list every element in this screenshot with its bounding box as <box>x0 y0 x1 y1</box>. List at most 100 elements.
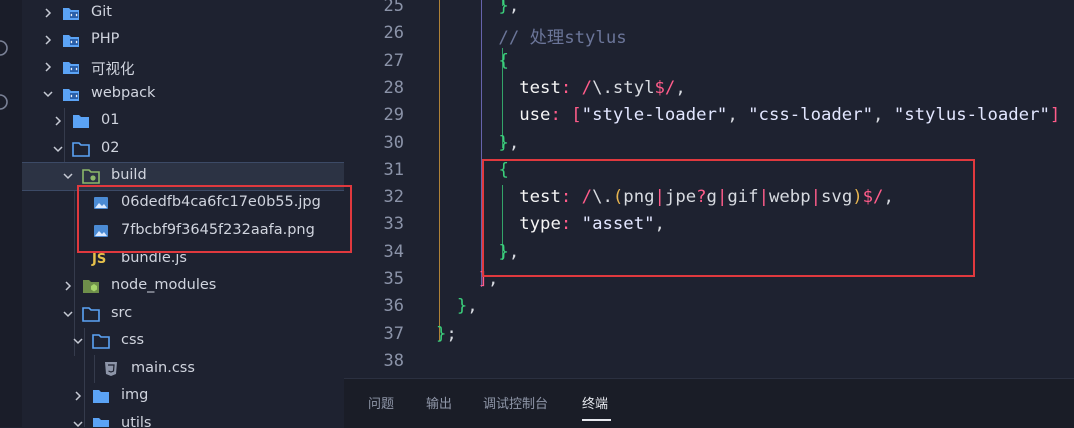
code-text: use: ["style-loader", "css-loader", "sty… <box>519 105 1061 126</box>
code-line[interactable]: type: "asset", <box>436 214 665 234</box>
active-tab-indicator <box>582 419 611 421</box>
folder-icon <box>72 113 90 129</box>
tree-item-label: bundle.js <box>121 250 187 266</box>
folder-open-icon <box>82 306 100 322</box>
line-number: 32 <box>383 187 404 208</box>
tree-item-label: 01 <box>101 112 120 128</box>
chevron-right-icon[interactable] <box>42 7 54 19</box>
code-editor[interactable]: 25 26 27 28 29 30 31 32 33 34 35 36 37 38 }, // 处理sty… <box>344 0 1074 378</box>
tree-item-label: Git <box>91 4 112 20</box>
code-text: }; <box>436 323 457 344</box>
tree-item-main-css[interactable]: main.css <box>22 356 344 383</box>
chevron-right-icon[interactable] <box>42 61 54 73</box>
code-line[interactable]: }, <box>436 0 519 16</box>
folder-git-icon <box>62 5 80 21</box>
tree-item-02[interactable]: 02 <box>22 136 344 163</box>
line-number: 28 <box>383 77 404 98</box>
tree-item--[interactable]: 可视化 <box>22 54 344 81</box>
tree-item-label: PHP <box>91 31 120 47</box>
code-text: }, <box>498 0 520 16</box>
chevron-right-icon[interactable] <box>72 390 84 402</box>
code-line[interactable]: ], <box>436 269 499 289</box>
activity-bar <box>0 0 22 427</box>
run-debug-icon[interactable] <box>0 92 10 112</box>
line-number: 33 <box>383 214 404 235</box>
code-line[interactable]: { <box>436 50 509 71</box>
line-number: 34 <box>383 241 404 262</box>
tree-item-label: node_modules <box>111 277 217 293</box>
chevron-down-icon[interactable] <box>62 170 74 182</box>
image-file-icon <box>92 223 110 239</box>
tree-item-label: main.css <box>131 360 195 376</box>
code-line[interactable]: { <box>436 159 509 180</box>
tab-debug-console[interactable]: 调试控制台 <box>483 393 548 412</box>
tree-item-06dedfb4ca6fc17e0b55-jpg[interactable]: 06dedfb4ca6fc17e0b55.jpg <box>22 190 344 217</box>
line-number: 35 <box>383 269 404 289</box>
css-file-icon <box>102 361 120 377</box>
chevron-down-icon[interactable] <box>62 308 74 320</box>
tree-item-label: src <box>111 305 133 321</box>
tab-terminal[interactable]: 终端 <box>582 393 608 412</box>
source-control-icon[interactable] <box>0 38 10 58</box>
line-number: 30 <box>383 132 404 153</box>
js-file-icon: JS <box>92 252 107 267</box>
bottom-panel: 问题 输出 调试控制台 终端 <box>344 378 1074 428</box>
line-number: 26 <box>383 23 404 44</box>
folder-open-icon <box>72 141 90 157</box>
code-line[interactable]: // 处理stylus <box>436 23 627 49</box>
line-number: 37 <box>383 323 404 344</box>
code-line[interactable]: test: /\.styl$/, <box>436 78 686 98</box>
line-number: 25 <box>383 0 404 16</box>
tree-item-01[interactable]: 01 <box>22 108 344 135</box>
code-line[interactable]: }, <box>436 296 478 316</box>
chevron-down-icon[interactable] <box>52 143 64 155</box>
tree-item-label: build <box>111 167 147 183</box>
code-text: ], <box>477 269 499 289</box>
tab-problems[interactable]: 问题 <box>368 393 394 412</box>
code-text: { <box>498 50 509 71</box>
folder-code-icon <box>62 86 80 102</box>
explorer-tree: Git PHP 可视化 webpack 01 02 build 06dedfb4ca6fc17… <box>22 0 344 427</box>
tree-item-img[interactable]: img <box>22 383 344 410</box>
tree-item-bundle-js[interactable]: JS bundle.js <box>22 246 344 273</box>
tree-item-7fbcbf9f3645f232aafa-png[interactable]: 7fbcbf9f3645f232aafa.png <box>22 218 344 245</box>
line-number: 27 <box>383 50 404 71</box>
code-text: // 处理stylus <box>436 28 627 49</box>
tree-item-webpack[interactable]: webpack <box>22 81 344 108</box>
image-file-icon <box>92 195 110 211</box>
tree-item-utils[interactable]: utils <box>22 411 344 427</box>
tree-item-git[interactable]: Git <box>22 0 344 27</box>
tree-item-build[interactable]: build <box>22 162 344 191</box>
line-number: 31 <box>383 159 404 180</box>
folder-code-icon <box>62 59 80 75</box>
tree-item-label: 06dedfb4ca6fc17e0b55.jpg <box>121 194 321 210</box>
code-line[interactable]: use: ["style-loader", "css-loader", "sty… <box>436 105 1060 125</box>
chevron-down-icon[interactable] <box>72 335 84 347</box>
chevron-right-icon[interactable] <box>42 34 54 46</box>
tree-item-php[interactable]: PHP <box>22 27 344 54</box>
chevron-right-icon[interactable] <box>52 115 64 127</box>
tree-item-label: utils <box>121 415 152 427</box>
chevron-down-icon[interactable] <box>72 418 84 427</box>
code-line[interactable]: }, <box>436 133 519 153</box>
line-number: 36 <box>383 296 404 317</box>
line-number: 29 <box>383 105 404 126</box>
code-text: type: "asset", <box>519 214 665 235</box>
code-line[interactable]: }, <box>436 242 519 262</box>
code-line[interactable]: }; <box>436 324 457 344</box>
tree-item-label: webpack <box>91 85 156 101</box>
tree-item-css[interactable]: css <box>22 328 344 355</box>
code-text: { <box>498 159 509 180</box>
tab-output[interactable]: 输出 <box>426 393 452 412</box>
code-text: }, <box>456 296 478 317</box>
tree-item-node-modules[interactable]: node_modules <box>22 273 344 300</box>
folder-code-icon <box>62 32 80 48</box>
tree-item-src[interactable]: src <box>22 301 344 328</box>
tree-item-label: 可视化 <box>91 62 135 78</box>
folder-build-icon <box>82 168 100 184</box>
chevron-down-icon[interactable] <box>42 88 54 100</box>
chevron-right-icon[interactable] <box>62 280 74 292</box>
code-line[interactable]: test: /\.(png|jpe?g|gif|webp|svg)$/, <box>436 187 894 207</box>
folder-icon <box>92 416 110 427</box>
line-number: 38 <box>383 350 404 371</box>
